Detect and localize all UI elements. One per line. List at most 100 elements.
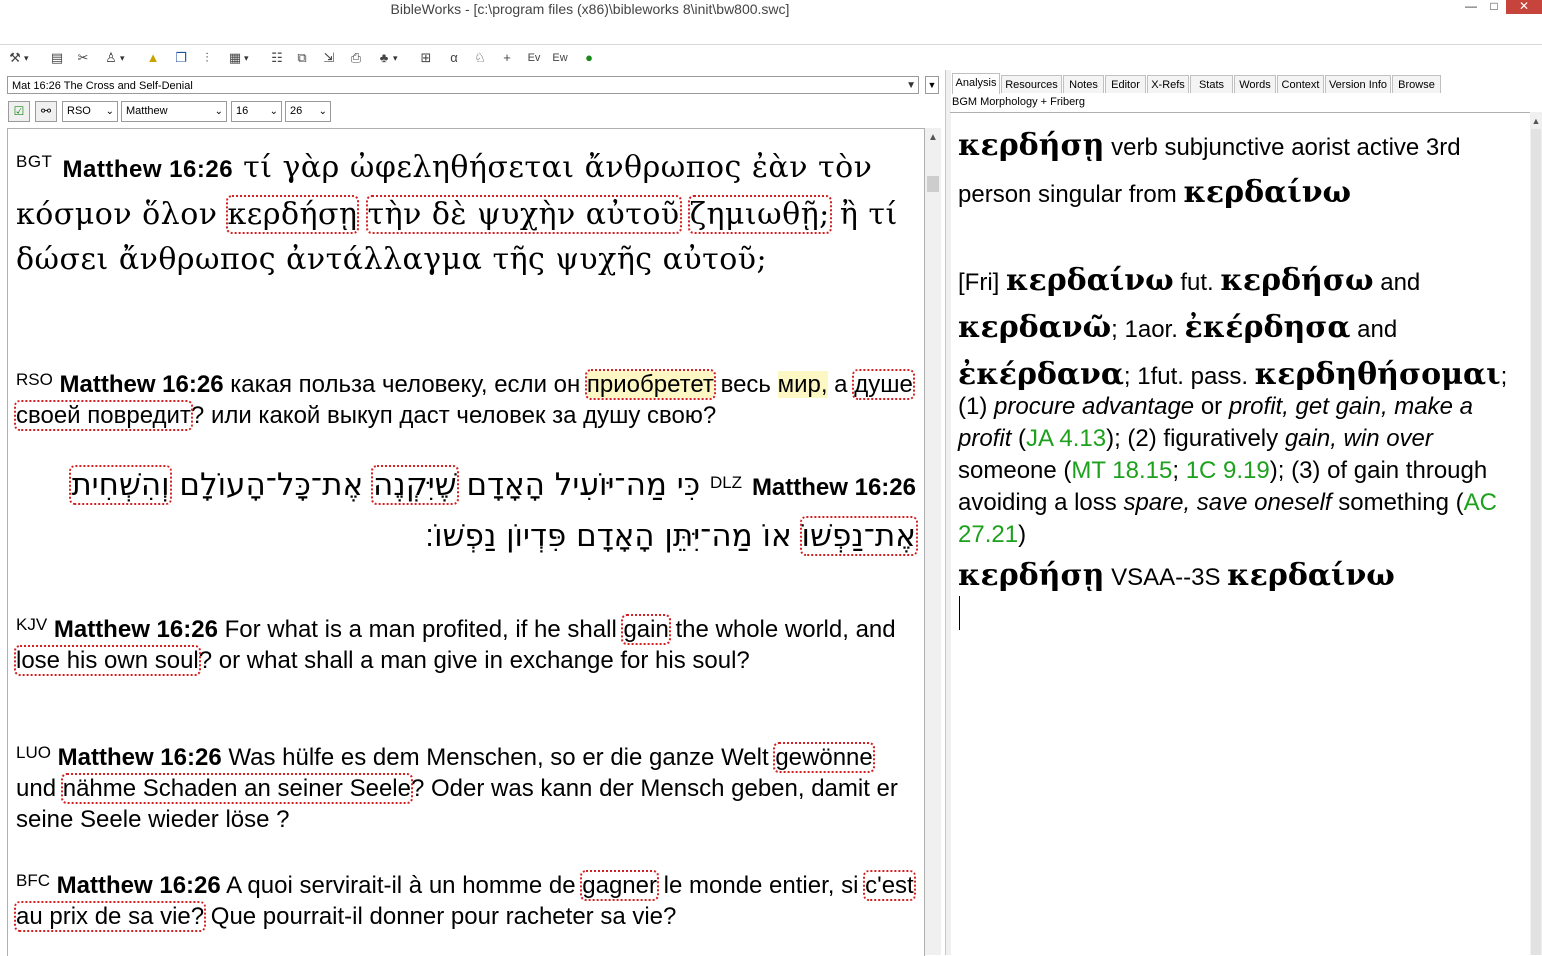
verse-heading-select[interactable]: Mat 16:26 The Cross and Self-Denial ▼ xyxy=(7,76,919,94)
def-text: something ( xyxy=(1331,489,1464,516)
tab-browse[interactable]: Browse xyxy=(1392,75,1441,93)
verse-ref[interactable]: Matthew 16:26 xyxy=(60,371,224,398)
print-icon[interactable]: ⎙ xyxy=(347,49,365,67)
reference-link[interactable]: JA 4.13 xyxy=(1026,425,1106,452)
def-gloss: procure advantage xyxy=(994,393,1195,420)
lexicon-block: [Fri] κερδαίνω fut. κερδήσω and κερδανῶ;… xyxy=(958,258,1524,399)
user-icon[interactable]: ♙ xyxy=(102,49,124,67)
minimize-button[interactable]: — xyxy=(1458,0,1484,14)
highlighted-word[interactable]: nähme Schaden an seiner Seele xyxy=(60,773,413,804)
maximize-button[interactable]: □ xyxy=(1484,0,1504,14)
tab-stats[interactable]: Stats xyxy=(1190,75,1233,93)
chapter-select[interactable]: 16 ⌄ xyxy=(231,101,282,122)
highlighted-word[interactable]: мир, xyxy=(777,371,828,398)
copy-icon[interactable]: ⧉ xyxy=(293,49,311,67)
checkbox-icon[interactable]: ☑ xyxy=(8,101,30,122)
tab-context[interactable]: Context xyxy=(1277,75,1324,93)
verse-menu-button[interactable]: ▼ xyxy=(925,76,939,94)
tab-notes[interactable]: Notes xyxy=(1063,75,1104,93)
verse-text: le monde entier, si xyxy=(656,872,866,899)
browse-text-area[interactable]: BGT Matthew 16:26 τί γὰρ ὠφεληθήσεται ἄν… xyxy=(7,128,925,956)
main-toolbar: ⚒ ▤ ✂ ♙ ▲ ❐ ⫶ ▦ ☷ ⧉ ⇲ ⎙ ♣ ⊞ α ♘ + Ev Ew … xyxy=(0,44,1542,71)
verse-text xyxy=(357,197,367,232)
highlighted-word[interactable]: gewönne xyxy=(773,742,875,773)
globe-icon[interactable]: ● xyxy=(580,49,598,67)
verse-ref[interactable]: Matthew 16:26 xyxy=(752,474,916,501)
export-icon[interactable]: ⇲ xyxy=(320,49,338,67)
verse-ref[interactable]: Matthew 16:26 xyxy=(57,872,221,899)
lex-text: and xyxy=(1373,269,1421,296)
version-select-value: RSO xyxy=(67,105,91,117)
split-icon[interactable]: ⫶ xyxy=(198,49,216,67)
book-select-value: Matthew xyxy=(126,105,168,117)
highlighted-word[interactable]: gagner xyxy=(580,870,659,901)
word-list-icon[interactable]: ♣ xyxy=(375,49,398,67)
verse-ref[interactable]: Matthew 16:26 xyxy=(54,616,218,643)
highlighted-word[interactable]: κερδήσῃ xyxy=(225,195,360,234)
fullscreen-icon[interactable]: ⊞ xyxy=(417,49,435,67)
windows-icon[interactable]: ❐ xyxy=(172,49,190,67)
word-icon[interactable]: ♘ xyxy=(471,49,489,67)
lex-text: fut. xyxy=(1173,269,1221,296)
options-icon[interactable]: ▤ xyxy=(48,49,66,67)
tools-icon[interactable]: ✂ xyxy=(74,49,92,67)
search-setup-icon[interactable]: ⚒ xyxy=(6,49,28,67)
verse-heading-value: Mat 16:26 The Cross and Self-Denial xyxy=(12,80,193,92)
lex-form: κερδήσω xyxy=(1220,263,1374,298)
reference-link[interactable]: 1C 9.19 xyxy=(1186,457,1270,484)
lemma[interactable]: κερδαίνω xyxy=(1227,558,1395,593)
highlighted-word[interactable]: שֶׁיִּקְנֶה xyxy=(371,465,459,505)
scroll-thumb[interactable] xyxy=(1531,129,1541,955)
tab-xrefs[interactable]: X-Refs xyxy=(1147,75,1189,93)
columns-icon[interactable]: ☷ xyxy=(268,49,286,67)
verse-text: For what is a man profited, if he shall xyxy=(217,616,624,643)
verse-text: какая польза человеку, если он xyxy=(223,371,587,398)
book-select[interactable]: Matthew ⌄ xyxy=(121,101,227,122)
highlighted-word[interactable]: приобретет xyxy=(584,369,716,400)
verse-select[interactable]: 26 ⌄ xyxy=(285,101,331,122)
tab-editor[interactable]: Editor xyxy=(1105,75,1146,93)
link-icon[interactable]: ⚯ xyxy=(35,101,57,122)
tab-resources[interactable]: Resources xyxy=(1001,75,1062,93)
verse-dlz: Matthew 16:26 DLZ כִּי מַה־יּוֹעִיל הָאָ… xyxy=(16,459,918,560)
verse-ref[interactable]: Matthew 16:26 xyxy=(58,744,222,771)
verse-text: כִּי מַה־יּוֹעִיל הָאָדָם xyxy=(456,467,701,503)
tab-version-info[interactable]: Version Info xyxy=(1325,75,1391,93)
ew-icon[interactable]: Ew xyxy=(551,49,569,67)
highlighted-word[interactable]: gain xyxy=(621,614,671,645)
verse-text: весь xyxy=(713,371,778,398)
parsed-word: κερδήσῃ xyxy=(958,558,1105,593)
alphabet-icon[interactable]: α xyxy=(445,49,463,67)
browse-scrollbar[interactable]: ▲ xyxy=(925,128,941,955)
reference-link[interactable]: MT 18.15 xyxy=(1071,457,1172,484)
tab-words[interactable]: Words xyxy=(1234,75,1276,93)
def-text: ) xyxy=(1018,521,1027,548)
verse-kjv: KJV Matthew 16:26 For what is a man prof… xyxy=(14,609,916,676)
highlighted-word[interactable]: lose his own soul xyxy=(14,645,201,676)
chapter-select-value: 16 xyxy=(236,105,249,117)
version-abbr: KJV xyxy=(16,615,48,634)
scroll-up-icon[interactable]: ▲ xyxy=(925,132,941,143)
analysis-scrollbar[interactable]: ▲ xyxy=(1530,112,1542,955)
highlighted-word[interactable]: τὴν δὲ ψυχὴν αὐτοῦ xyxy=(365,195,682,234)
scroll-thumb[interactable] xyxy=(927,176,939,192)
ev-icon[interactable]: Ev xyxy=(525,49,543,67)
def-text: or xyxy=(1194,393,1229,420)
lex-text: and xyxy=(1350,316,1398,343)
analysis-text-area[interactable]: κερδήσῃ verb subjunctive aorist active 3… xyxy=(950,112,1530,956)
tab-analysis[interactable]: Analysis xyxy=(952,73,1000,94)
verse-ref[interactable]: Matthew 16:26 xyxy=(63,156,234,183)
plus-icon[interactable]: + xyxy=(498,49,516,67)
highlight-icon[interactable]: ▲ xyxy=(144,49,162,67)
lemma[interactable]: κερδαίνω xyxy=(1183,175,1351,210)
verse-text: Que pourrait-il donner pour racheter sa … xyxy=(204,903,677,930)
version-select[interactable]: RSO ⌄ xyxy=(62,101,118,122)
layout-icon[interactable]: ▦ xyxy=(226,49,249,67)
scroll-up-icon[interactable]: ▲ xyxy=(1530,116,1542,126)
highlighted-word[interactable]: ζημιωθῇ; xyxy=(687,195,832,234)
close-button[interactable]: ✕ xyxy=(1506,0,1542,14)
version-abbr: LUO xyxy=(16,743,51,762)
browse-pane: Mat 16:26 The Cross and Self-Denial ▼ ▼ … xyxy=(0,70,945,956)
text-caret xyxy=(959,596,960,630)
def-text: (1) xyxy=(958,393,994,420)
